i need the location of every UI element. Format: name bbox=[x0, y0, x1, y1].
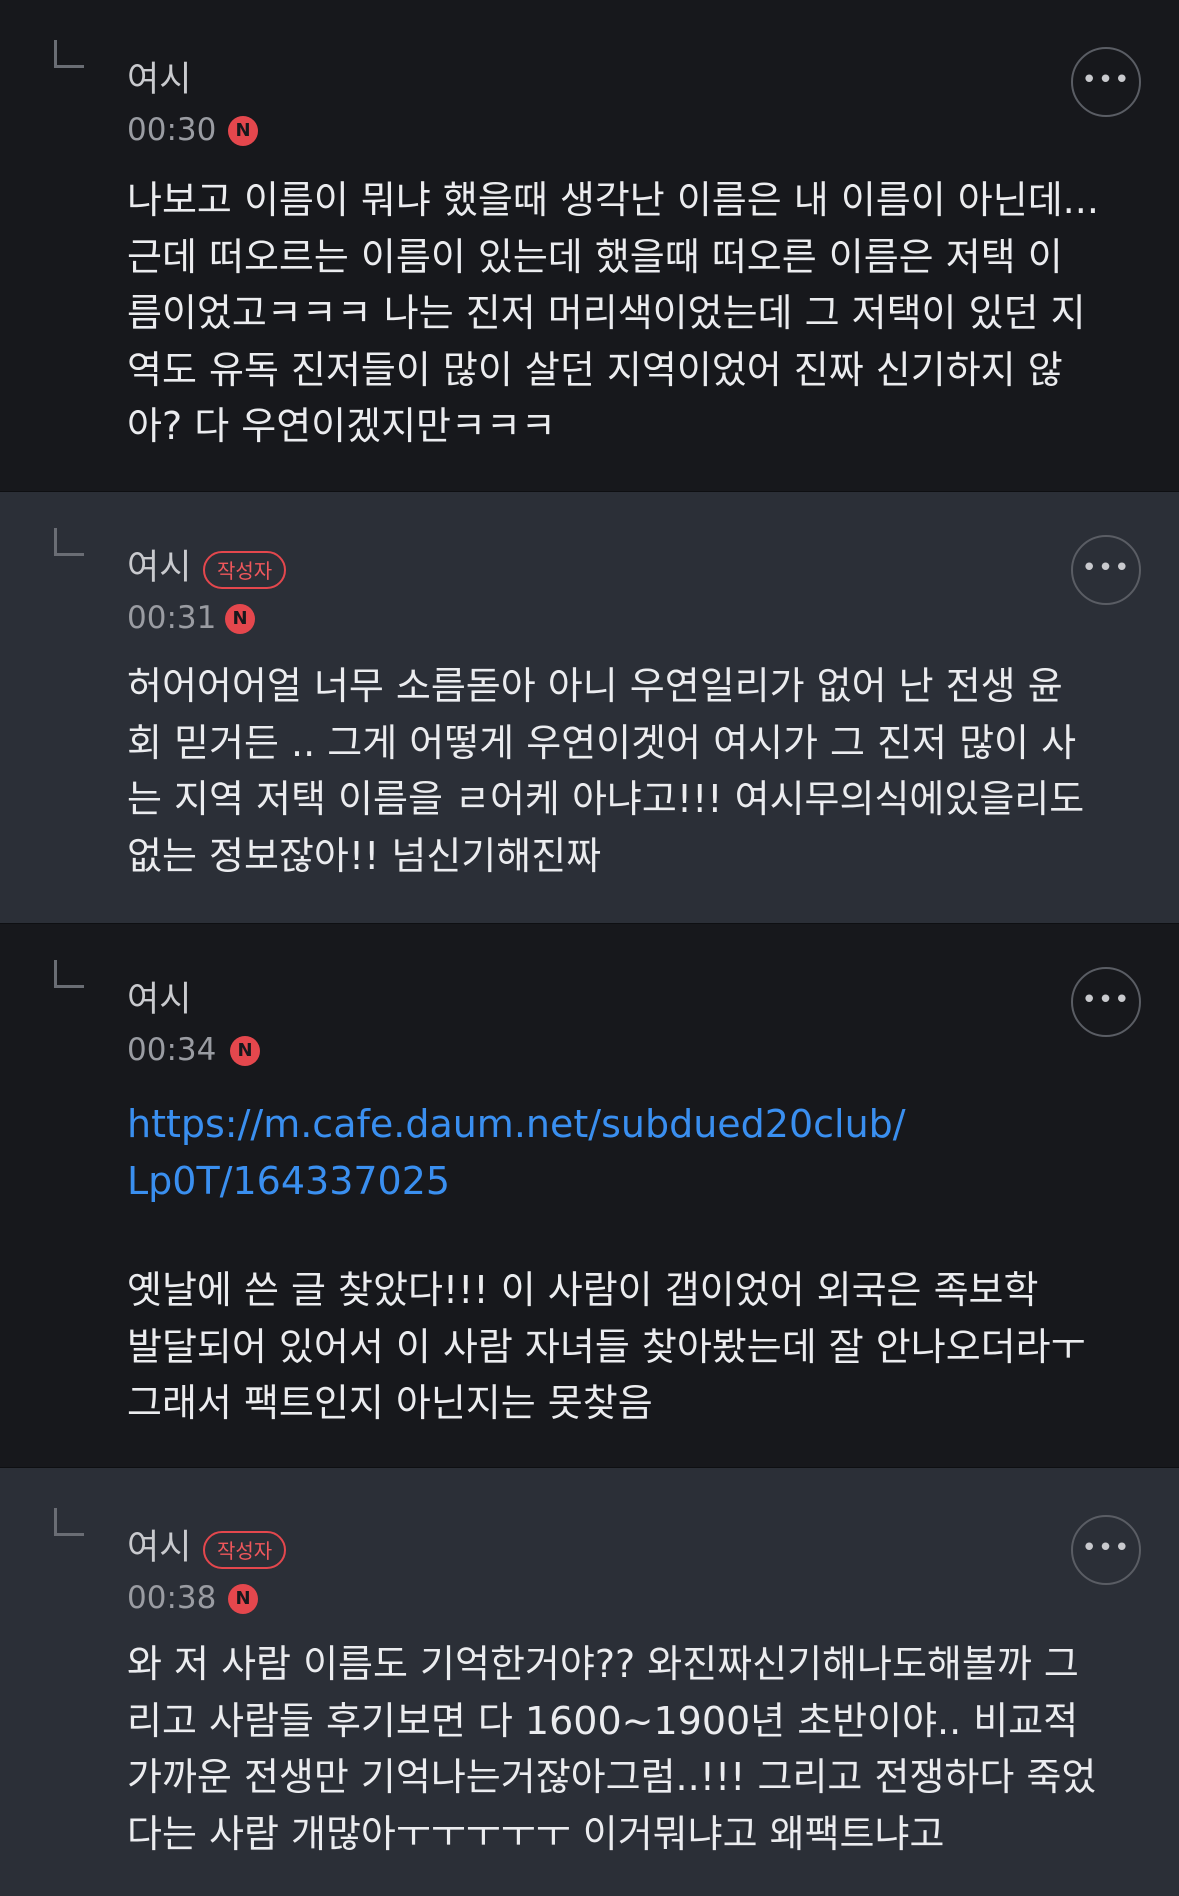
comment-link[interactable]: https://m.cafe.daum.net/subdued20club/ L… bbox=[127, 1096, 906, 1209]
comment-author[interactable]: 여시 bbox=[127, 978, 191, 1022]
reply-arrow-icon bbox=[54, 40, 84, 68]
author-badge: 작성자 bbox=[203, 1531, 287, 1569]
new-badge-icon: N bbox=[228, 116, 258, 146]
reply-arrow-icon bbox=[54, 1508, 84, 1536]
comment-time: 00:34 bbox=[127, 1032, 217, 1068]
comment-text: 옛날에 쓴 글 찾았다!!! 이 사람이 갭이었어 외국은 족보학 발달되어 있… bbox=[127, 1268, 1086, 1425]
comment-item: 여시 00:30 N ••• 나보고 이름이 뭐냐 했을때 생각난 이름은 내 … bbox=[0, 0, 1179, 492]
more-options-button[interactable]: ••• bbox=[1071, 1515, 1141, 1585]
comment-text: 허어어어얼 너무 소름돋아 아니 우연일리가 없어 난 전생 윤 회 믿거든 .… bbox=[127, 664, 1085, 878]
comment-author[interactable]: 여시 bbox=[127, 1526, 191, 1570]
comment-author[interactable]: 여시 bbox=[127, 546, 191, 590]
comment-time: 00:30 bbox=[127, 112, 217, 148]
comment-item: 여시 00:34 N ••• https://m.cafe.daum.net/s… bbox=[0, 924, 1179, 1468]
reply-arrow-icon bbox=[54, 528, 84, 556]
new-badge-icon: N bbox=[225, 604, 255, 634]
reply-arrow-icon bbox=[54, 960, 84, 988]
more-options-button[interactable]: ••• bbox=[1071, 47, 1141, 117]
comment-time: 00:31 bbox=[127, 600, 217, 636]
comment-text: 나보고 이름이 뭐냐 했을때 생각난 이름은 내 이름이 아닌데... 근데 떠… bbox=[127, 178, 1099, 448]
comment-text: 와 저 사람 이름도 기억한거야?? 와진짜신기해나도해볼까 그 리고 사람들 … bbox=[127, 1642, 1097, 1856]
more-options-button[interactable]: ••• bbox=[1071, 535, 1141, 605]
comment-author[interactable]: 여시 bbox=[127, 58, 191, 102]
new-badge-icon: N bbox=[230, 1036, 260, 1066]
comment-item: 여시 작성자 00:38 N ••• 와 저 사람 이름도 기억한거야?? 와진… bbox=[0, 1468, 1179, 1896]
more-options-button[interactable]: ••• bbox=[1071, 967, 1141, 1037]
new-badge-icon: N bbox=[228, 1584, 258, 1614]
author-badge: 작성자 bbox=[203, 551, 287, 589]
comment-time: 00:38 bbox=[127, 1580, 217, 1616]
comment-item: 여시 작성자 00:31 N ••• 허어어어얼 너무 소름돋아 아니 우연일리… bbox=[0, 492, 1179, 924]
